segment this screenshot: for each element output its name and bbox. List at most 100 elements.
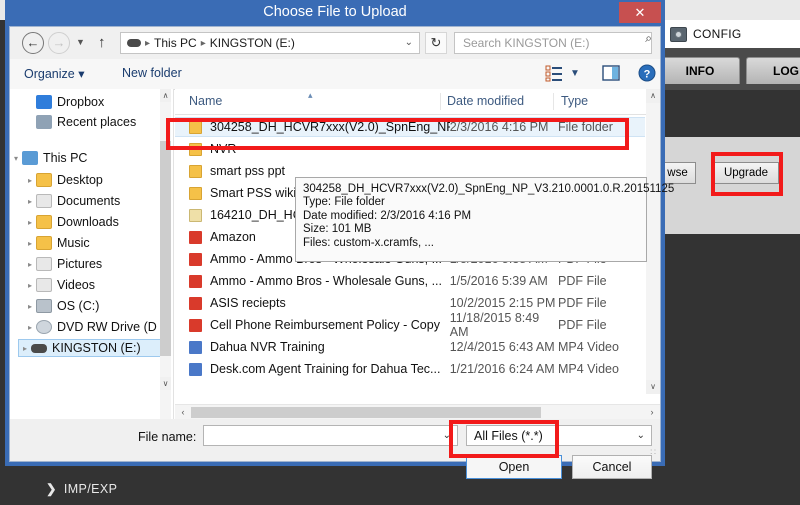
search-input[interactable]: Search KINGSTON (E:): [454, 32, 652, 54]
expand-arrow-icon[interactable]: ▸: [24, 302, 36, 311]
chevron-down-icon[interactable]: ⌄: [405, 37, 413, 48]
column-divider[interactable]: [440, 93, 441, 110]
refresh-icon[interactable]: ↻: [425, 32, 447, 54]
sidebar-item-dvd-drive[interactable]: ▸ DVD RW Drive (D: [24, 318, 173, 336]
list-scroll-down-icon[interactable]: ∨: [646, 380, 660, 394]
table-row[interactable]: Dahua NVR Training 12/4/2015 6:43 AM MP4…: [175, 337, 645, 357]
sidebar-item-recent-places[interactable]: Recent places: [10, 113, 160, 131]
sidebar-scrollbar-thumb[interactable]: [160, 141, 171, 356]
column-header-date-modified[interactable]: Date modified: [447, 94, 524, 108]
search-icon[interactable]: ⌕: [645, 31, 652, 46]
sidebar-item-label: Pictures: [57, 257, 103, 271]
expand-arrow-icon[interactable]: ▸: [24, 218, 36, 227]
sort-ascending-icon: ▴: [308, 90, 313, 100]
file-name: Desk.com Agent Training for Dahua Tec...: [210, 362, 441, 376]
sidebar-item-pictures[interactable]: ▸ Pictures: [24, 255, 173, 273]
breadcrumb-kingston[interactable]: KINGSTON (E:): [210, 36, 295, 50]
table-row[interactable]: Ammo - Ammo Bros - Wholesale Guns, ... 1…: [175, 271, 645, 291]
address-bar[interactable]: ▸ This PC ▸ KINGSTON (E:) ⌄: [120, 32, 420, 54]
file-name-input[interactable]: ⌄: [203, 425, 458, 446]
file-date: 1/5/2016 5:39 AM: [449, 274, 548, 288]
sidebar-scroll-down-icon[interactable]: ∨: [160, 377, 171, 390]
collapse-arrow-icon[interactable]: ▾: [10, 154, 22, 163]
file-type: MP4 Video: [558, 340, 619, 354]
preview-pane-icon[interactable]: [602, 64, 620, 82]
new-folder-button[interactable]: New folder: [122, 66, 182, 80]
organize-button[interactable]: Organize ▾: [24, 66, 84, 81]
open-button[interactable]: Open: [466, 455, 562, 479]
table-row[interactable]: Desk.com Agent Training for Dahua Tec...…: [175, 359, 645, 379]
annotation-selected-folder: [166, 118, 629, 150]
dialog-footer: File name: ⌄ All Files (*.*) ⌄ Open Canc…: [10, 419, 660, 479]
breadcrumb-this-pc[interactable]: This PC: [154, 36, 197, 50]
dialog-title-bar[interactable]: Choose File to Upload ✕: [5, 0, 665, 26]
pdf-icon: [189, 252, 202, 266]
hscroll-left-icon[interactable]: ‹: [176, 406, 190, 419]
forward-icon[interactable]: →: [48, 32, 70, 54]
list-vertical-scrollbar[interactable]: [646, 89, 660, 394]
file-date: 11/18/2015 8:49 AM: [449, 311, 540, 339]
disc-icon: [36, 320, 52, 334]
tooltip-title: 304258_DH_HCVR7xxx(V2.0)_SpnEng_NP_V3.21…: [303, 183, 675, 195]
column-divider[interactable]: [553, 93, 554, 110]
cancel-button[interactable]: Cancel: [572, 455, 652, 479]
pictures-folder-icon: [36, 257, 52, 271]
tooltip-files: Files: custom-x.cramfs, ...: [303, 236, 434, 249]
help-icon[interactable]: ?: [638, 64, 656, 82]
sidebar-item-label: This PC: [43, 151, 88, 165]
sidebar-item-music[interactable]: ▸ Music: [24, 234, 173, 252]
view-options-icon[interactable]: [545, 64, 563, 82]
sidebar-item-dropbox[interactable]: Dropbox: [10, 93, 160, 111]
recent-locations-icon[interactable]: ▼: [76, 37, 85, 47]
list-scroll-up-icon[interactable]: ∧: [646, 89, 660, 103]
sidebar-item-label: Music: [57, 236, 90, 250]
dialog-body: ← → ▼ ↑ ▸ This PC ▸ KINGSTON (E:) ⌄ ↻ Se…: [9, 26, 675, 479]
toolbar: Organize ▾ New folder ▼ ?: [10, 59, 660, 90]
config-label: CONFIG: [693, 27, 742, 41]
list-horizontal-scrollbar[interactable]: ‹ ›: [175, 404, 660, 419]
sidebar-item-kingston[interactable]: ▸ KINGSTON (E:): [18, 339, 166, 357]
file-name: Dahua NVR Training: [210, 340, 325, 354]
sidebar-item-documents[interactable]: ▸ Documents: [24, 192, 173, 210]
annotation-upgrade-button: [711, 152, 783, 196]
table-row[interactable]: Cell Phone Reimbursement Policy - Copy 1…: [175, 311, 645, 339]
sidebar-item-desktop[interactable]: ▸ Desktop: [24, 171, 173, 189]
sidebar-menu-item-label: IMP/EXP: [63, 482, 118, 496]
file-name: smart pss ppt: [210, 164, 286, 178]
expand-arrow-icon[interactable]: ▸: [24, 323, 36, 332]
resize-grip[interactable]: ∷: [650, 447, 656, 458]
tab-log[interactable]: LOG: [746, 57, 800, 84]
hscroll-thumb[interactable]: [191, 407, 541, 418]
close-icon[interactable]: ✕: [619, 2, 661, 23]
table-row[interactable]: ASIS reciepts 10/2/2015 2:15 PM PDF File: [175, 293, 645, 313]
up-icon[interactable]: ↑: [98, 34, 106, 51]
documents-folder-icon: [36, 194, 52, 208]
column-header-type[interactable]: Type: [561, 94, 588, 108]
mp4-video-icon: [189, 340, 202, 354]
expand-arrow-icon[interactable]: ▸: [24, 176, 36, 185]
hard-drive-icon: [36, 299, 52, 313]
file-name-label: File name:: [138, 430, 197, 444]
expand-arrow-icon[interactable]: ▸: [24, 281, 36, 290]
drive-icon: [127, 39, 141, 47]
app-dark-band: [660, 90, 800, 137]
camera-icon: [670, 26, 687, 42]
column-header-name[interactable]: Name: [189, 94, 222, 108]
tab-info[interactable]: INFO: [660, 57, 740, 84]
videos-folder-icon: [36, 278, 52, 292]
expand-arrow-icon[interactable]: ▸: [24, 197, 36, 206]
expand-arrow-icon[interactable]: ▸: [24, 239, 36, 248]
sidebar-item-this-pc[interactable]: ▾ This PC: [10, 149, 160, 167]
expand-arrow-icon[interactable]: ▸: [19, 344, 31, 353]
sidebar-item-os-c[interactable]: ▸ OS (C:): [24, 297, 173, 315]
sidebar-menu-item-impexp[interactable]: ❯ IMP/EXP: [46, 481, 117, 496]
hscroll-right-icon[interactable]: ›: [645, 406, 659, 419]
sidebar-item-downloads[interactable]: ▸ Downloads: [24, 213, 173, 231]
sidebar-item-videos[interactable]: ▸ Videos: [24, 276, 173, 294]
view-dropdown-icon[interactable]: ▼: [570, 68, 580, 79]
chevron-down-icon[interactable]: ⌄: [637, 430, 645, 441]
browse-button[interactable]: wse: [660, 162, 696, 184]
sidebar-scroll-up-icon[interactable]: ∧: [160, 89, 171, 102]
expand-arrow-icon[interactable]: ▸: [24, 260, 36, 269]
back-icon[interactable]: ←: [22, 32, 44, 54]
